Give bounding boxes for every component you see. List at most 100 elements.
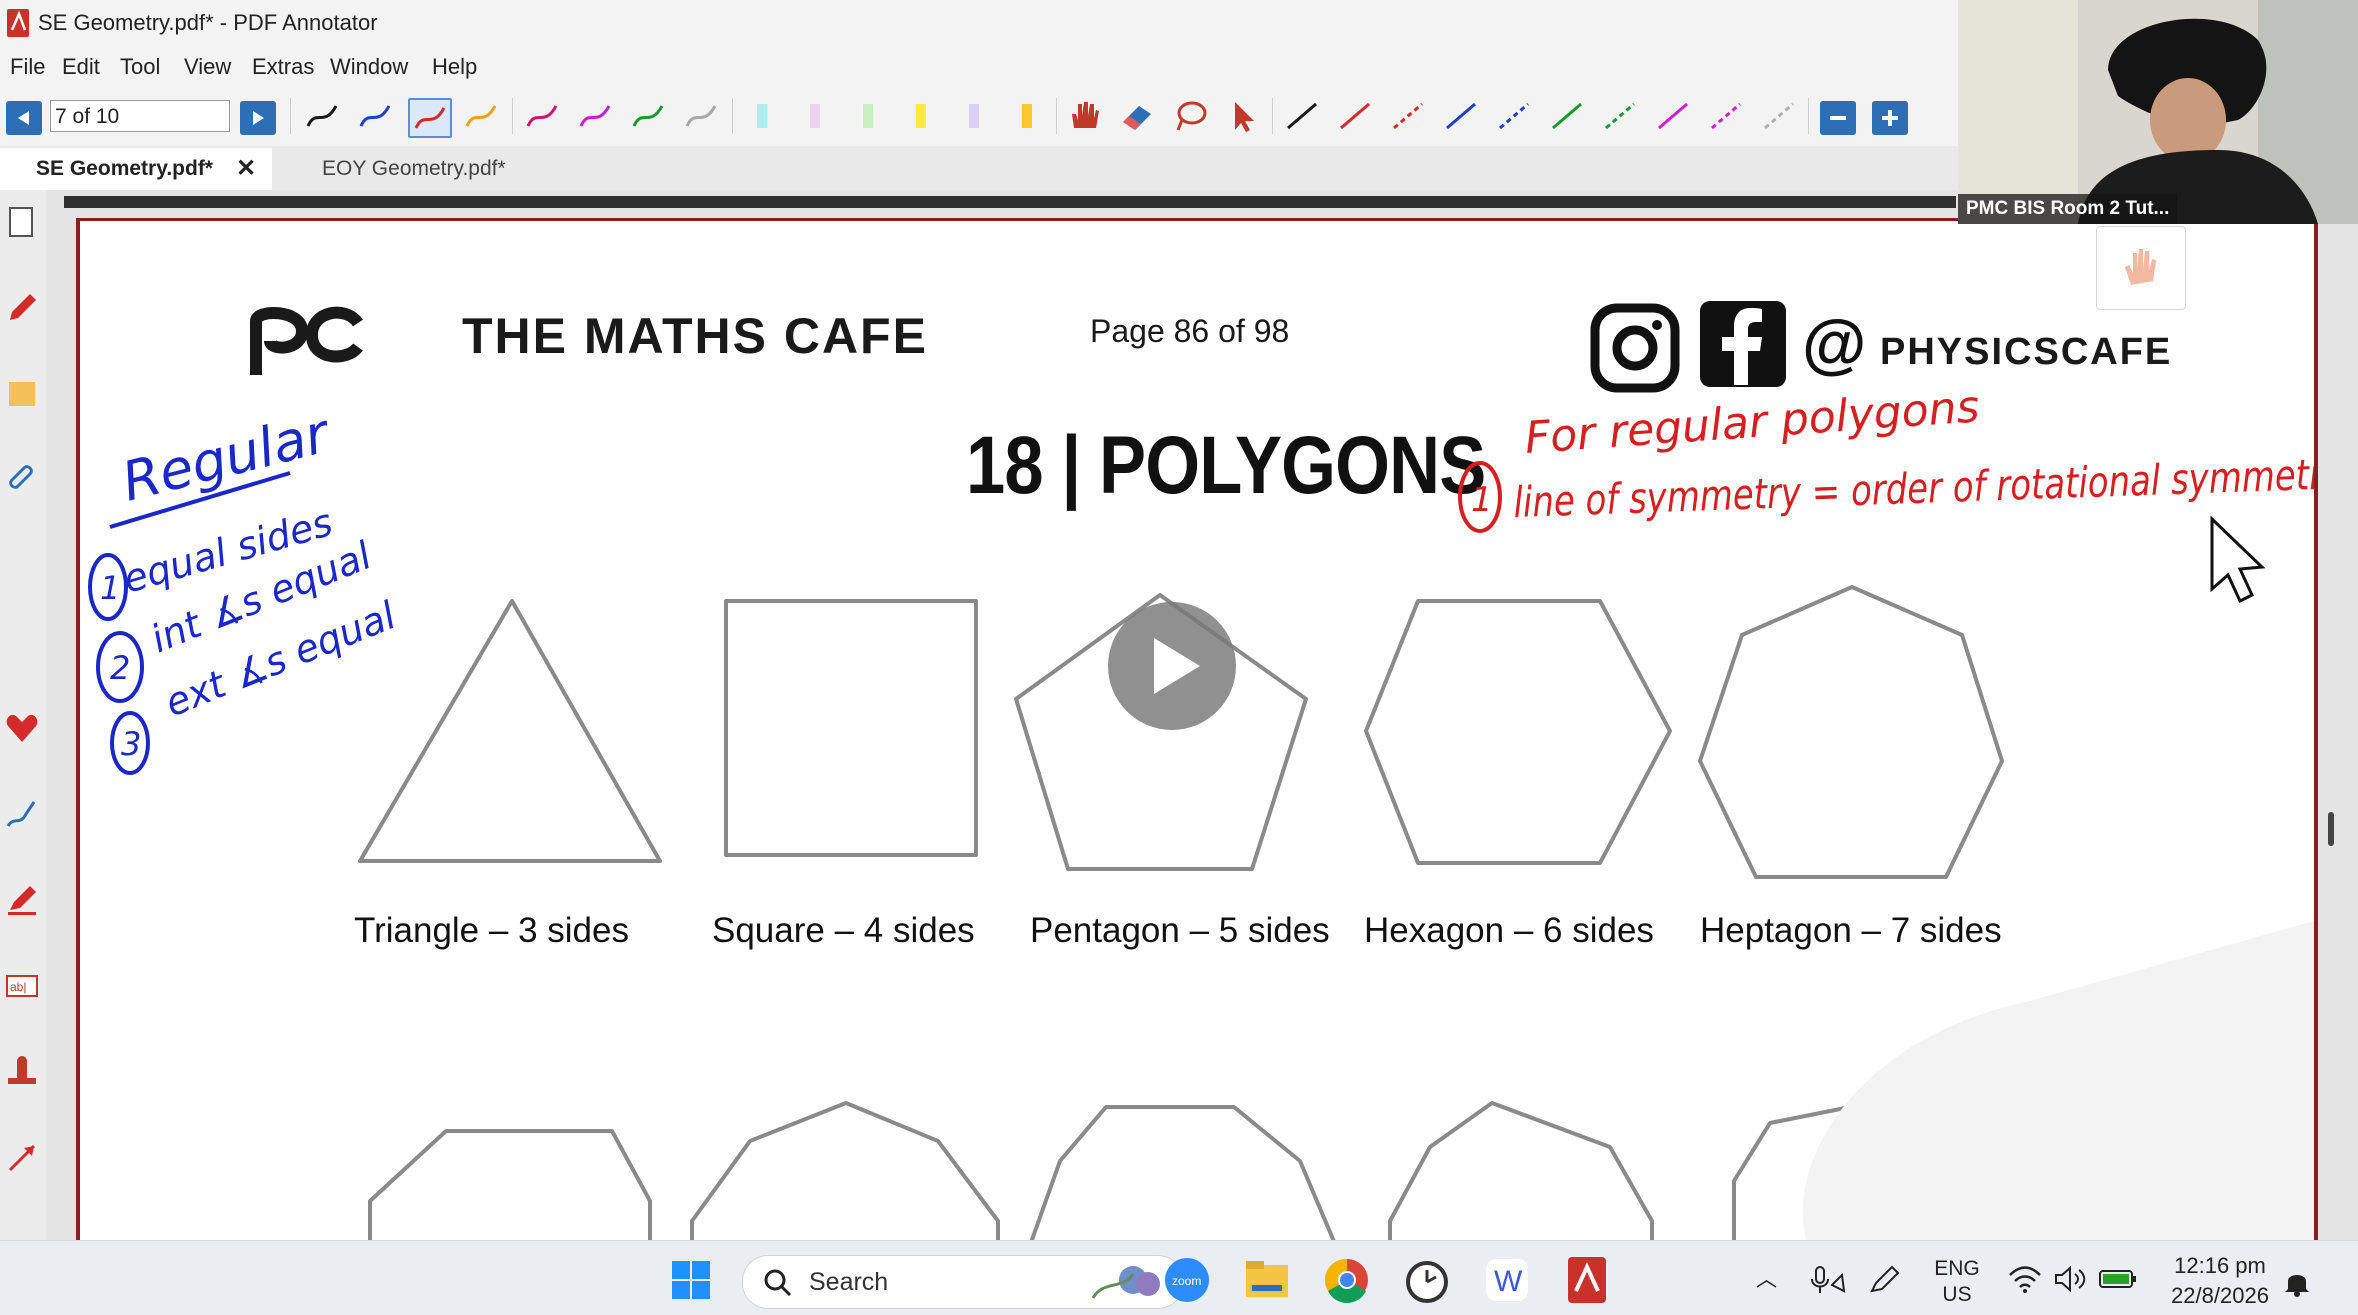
- stamp-icon[interactable]: [4, 1054, 40, 1090]
- toolbar-separator: [1808, 98, 1809, 134]
- pen-black-icon[interactable]: [302, 98, 342, 134]
- pen-icon[interactable]: [4, 290, 40, 326]
- taskbar-search-box[interactable]: Search: [742, 1255, 1184, 1309]
- heart-icon[interactable]: [4, 710, 40, 746]
- microphone-icon[interactable]: [1808, 1265, 1846, 1295]
- toolbar-separator: [290, 98, 291, 134]
- participant-video-feed: [1958, 0, 2358, 224]
- pen-red-icon[interactable]: [408, 98, 452, 138]
- line-red-dashed-icon[interactable]: [1388, 98, 1428, 134]
- highlighter-lavender-icon[interactable]: [954, 98, 994, 134]
- hand-icon: [2125, 249, 2156, 285]
- paperclip-icon[interactable]: [4, 462, 40, 498]
- pen-blue-icon[interactable]: [355, 98, 395, 134]
- next-page-button[interactable]: [240, 101, 276, 135]
- participant-video-tile[interactable]: PMC BIS Room 2 Tut...: [1958, 0, 2358, 224]
- line-green-dashed-icon[interactable]: [1600, 98, 1640, 134]
- menu-edit[interactable]: Edit: [62, 54, 100, 80]
- hand-tool-icon[interactable]: [1064, 98, 1104, 134]
- volume-icon[interactable]: [2054, 1265, 2088, 1293]
- toolbar-separator: [732, 98, 733, 134]
- pen-green-icon[interactable]: [628, 98, 668, 134]
- windows-taskbar: Search zoom W ︿ ENG US 12:16 pm 22/8/202…: [0, 1240, 2358, 1315]
- svg-text:ab|: ab|: [10, 980, 26, 994]
- raise-hand-button[interactable]: [2096, 226, 2186, 310]
- eraser-icon[interactable]: [1117, 98, 1157, 134]
- highlighter-green-icon[interactable]: [848, 98, 888, 134]
- video-play-button[interactable]: [1108, 602, 1236, 730]
- menu-view[interactable]: View: [184, 54, 231, 80]
- pen-input-icon[interactable]: [1868, 1265, 1902, 1295]
- sticky-note-icon[interactable]: [4, 376, 40, 412]
- select-arrow-icon[interactable]: [1223, 98, 1263, 134]
- system-date[interactable]: 22/8/2026: [2160, 1283, 2280, 1309]
- file-explorer-icon[interactable]: [1242, 1255, 1292, 1305]
- menu-tool[interactable]: Tool: [120, 54, 160, 80]
- clock-app-icon[interactable]: [1402, 1255, 1452, 1305]
- tool-sidebar: ab|: [0, 190, 47, 1240]
- pen-magenta-icon[interactable]: [522, 98, 562, 134]
- pdf-page[interactable]: THE MATHS CAFE Page 86 of 98 @ PHYSICSCA…: [76, 218, 2318, 1243]
- battery-icon[interactable]: [2098, 1267, 2138, 1291]
- wifi-icon[interactable]: [2008, 1265, 2042, 1293]
- svg-text:zoom: zoom: [1172, 1274, 1201, 1288]
- highlighter-cyan-icon[interactable]: [742, 98, 782, 134]
- search-icon: [764, 1269, 792, 1297]
- windows-start-icon[interactable]: [666, 1255, 716, 1305]
- highlighter-pen-icon[interactable]: [4, 882, 40, 918]
- system-time[interactable]: 12:16 pm: [2160, 1253, 2280, 1279]
- signature-pen-icon[interactable]: [4, 796, 40, 832]
- page-thumbnail-icon[interactable]: [4, 204, 40, 240]
- tab-label: EOY Geometry.pdf*: [322, 157, 506, 180]
- pen-orange-icon[interactable]: [461, 98, 501, 134]
- pdf-annotator-taskbar-icon[interactable]: [1562, 1255, 1612, 1305]
- lasso-icon[interactable]: [1170, 98, 1210, 134]
- menu-extras[interactable]: Extras: [252, 54, 314, 80]
- tab-label: SE Geometry.pdf*: [36, 157, 213, 180]
- language-indicator-top[interactable]: ENG: [1932, 1257, 1982, 1281]
- language-indicator-bottom[interactable]: US: [1932, 1283, 1982, 1307]
- chrome-icon[interactable]: [1322, 1255, 1372, 1305]
- page-number-input[interactable]: 7 of 10: [50, 100, 230, 132]
- handwritten-annotations: Regular equal sides int ∡s equal ext ∡s …: [88, 381, 2314, 775]
- highlighter-orange-icon[interactable]: [1007, 98, 1047, 134]
- notifications-bell-icon[interactable]: [2282, 1267, 2312, 1297]
- pen-grey-icon[interactable]: [681, 98, 721, 134]
- text-box-icon[interactable]: ab|: [4, 968, 40, 1004]
- zoom-app-icon[interactable]: zoom: [1162, 1255, 1212, 1305]
- menu-file[interactable]: File: [10, 54, 45, 80]
- participant-name: PMC BIS Room 2 Tut...: [1958, 194, 2178, 224]
- line-blue-dashed-icon[interactable]: [1494, 98, 1534, 134]
- line-grey-dashed-icon[interactable]: [1759, 98, 1799, 134]
- line-green-icon[interactable]: [1547, 98, 1587, 134]
- zoom-out-button[interactable]: [1820, 101, 1856, 135]
- highlighter-yellow-icon[interactable]: [901, 98, 941, 134]
- line-blue-icon[interactable]: [1441, 98, 1481, 134]
- whiteboard-app-icon[interactable]: W: [1482, 1255, 1532, 1305]
- pen-purple-icon[interactable]: [575, 98, 615, 134]
- previous-page-edge: [64, 196, 1956, 208]
- highlighter-pink-icon[interactable]: [795, 98, 835, 134]
- blue-heading-text: Regular: [116, 401, 337, 513]
- previous-page-button[interactable]: [6, 101, 42, 135]
- line-red-icon[interactable]: [1335, 98, 1375, 134]
- red-line-text: line of symmetry = order of rotational s…: [1513, 449, 2314, 527]
- play-icon: [1154, 638, 1200, 694]
- line-magenta-dashed-icon[interactable]: [1706, 98, 1746, 134]
- zoom-in-button[interactable]: [1872, 101, 1908, 135]
- tab-se-geometry[interactable]: SE Geometry.pdf* ✕: [0, 148, 272, 190]
- minus-icon: [1830, 116, 1846, 120]
- arrow-tool-icon[interactable]: [4, 1140, 40, 1176]
- blue-number-3: 3: [121, 725, 141, 763]
- blue-number-2: 2: [110, 649, 130, 687]
- vertical-scrollbar-thumb[interactable]: [2328, 812, 2334, 846]
- toolbar-separator: [1056, 98, 1057, 134]
- menu-window[interactable]: Window: [330, 54, 408, 80]
- close-tab-icon[interactable]: ✕: [236, 148, 256, 190]
- show-hidden-icons-chevron-icon[interactable]: ︿: [1756, 1263, 1777, 1293]
- line-black-icon[interactable]: [1282, 98, 1322, 134]
- red-number: 1: [1471, 480, 1493, 520]
- line-magenta-icon[interactable]: [1653, 98, 1693, 134]
- tab-eoy-geometry[interactable]: EOY Geometry.pdf*: [290, 148, 560, 190]
- menu-help[interactable]: Help: [432, 54, 477, 80]
